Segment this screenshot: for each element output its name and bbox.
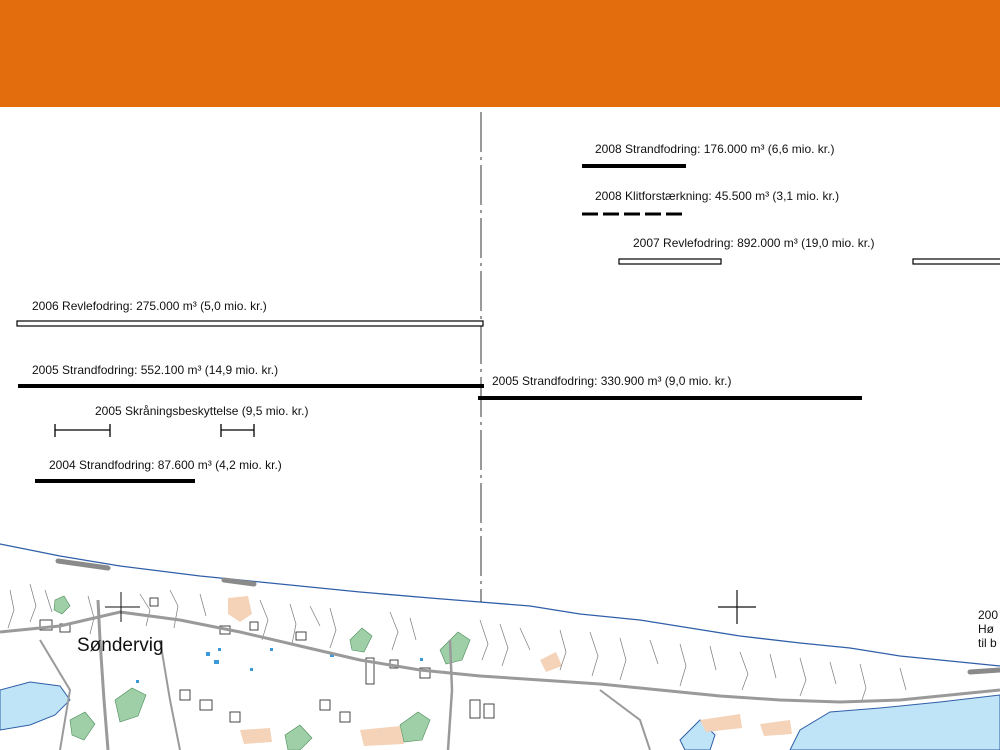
partial-label-line-2: Hø bbox=[978, 622, 994, 636]
place-label-sondervig: Søndervig bbox=[77, 635, 164, 656]
lake-west bbox=[0, 681, 71, 731]
legend-label-2005-strandfodring-east: 2005 Strandfodring: 330.900 m³ (9,0 mio.… bbox=[492, 374, 732, 388]
symbol-sk2005 bbox=[54, 424, 255, 437]
legend-label-2006-revlefodring: 2006 Revlefodring: 275.000 m³ (5,0 mio. … bbox=[32, 299, 267, 313]
partial-label-line-3: til b bbox=[978, 636, 997, 650]
urban-areas bbox=[228, 596, 792, 746]
legend-label-2007-revlefodring: 2007 Revlefodring: 892.000 m³ (19,0 mio.… bbox=[633, 236, 875, 250]
legend-label-2004-strandfodring: 2004 Strandfodring: 87.600 m³ (4,2 mio. … bbox=[49, 458, 282, 472]
legend-label-2005-skraaningsbeskyttelse: 2005 Skråningsbeskyttelse (9,5 mio. kr.) bbox=[95, 404, 309, 418]
crosshair-marker-small bbox=[105, 592, 140, 622]
vegetation-patches bbox=[53, 595, 471, 750]
legend-label-2008-klitforstaerkning: 2008 Klitforstærkning: 45.500 m³ (3,1 mi… bbox=[595, 189, 840, 203]
small-ponds bbox=[136, 648, 423, 683]
symbol-r2007-a bbox=[618, 258, 722, 265]
legend-label-2008-strandfodring: 2008 Strandfodring: 176.000 m³ (6,6 mio.… bbox=[595, 142, 835, 156]
lake-east bbox=[789, 694, 1000, 750]
legend-label-2005-strandfodring-west: 2005 Strandfodring: 552.100 m³ (14,9 mio… bbox=[32, 363, 279, 377]
coast-markers bbox=[55, 558, 1000, 675]
symbol-r2007-b bbox=[912, 258, 1000, 265]
partial-label-line-1: 200 bbox=[978, 608, 999, 622]
legend-symbols bbox=[16, 164, 1000, 483]
symbol-r2006 bbox=[16, 320, 484, 327]
crosshair-marker bbox=[718, 590, 756, 624]
